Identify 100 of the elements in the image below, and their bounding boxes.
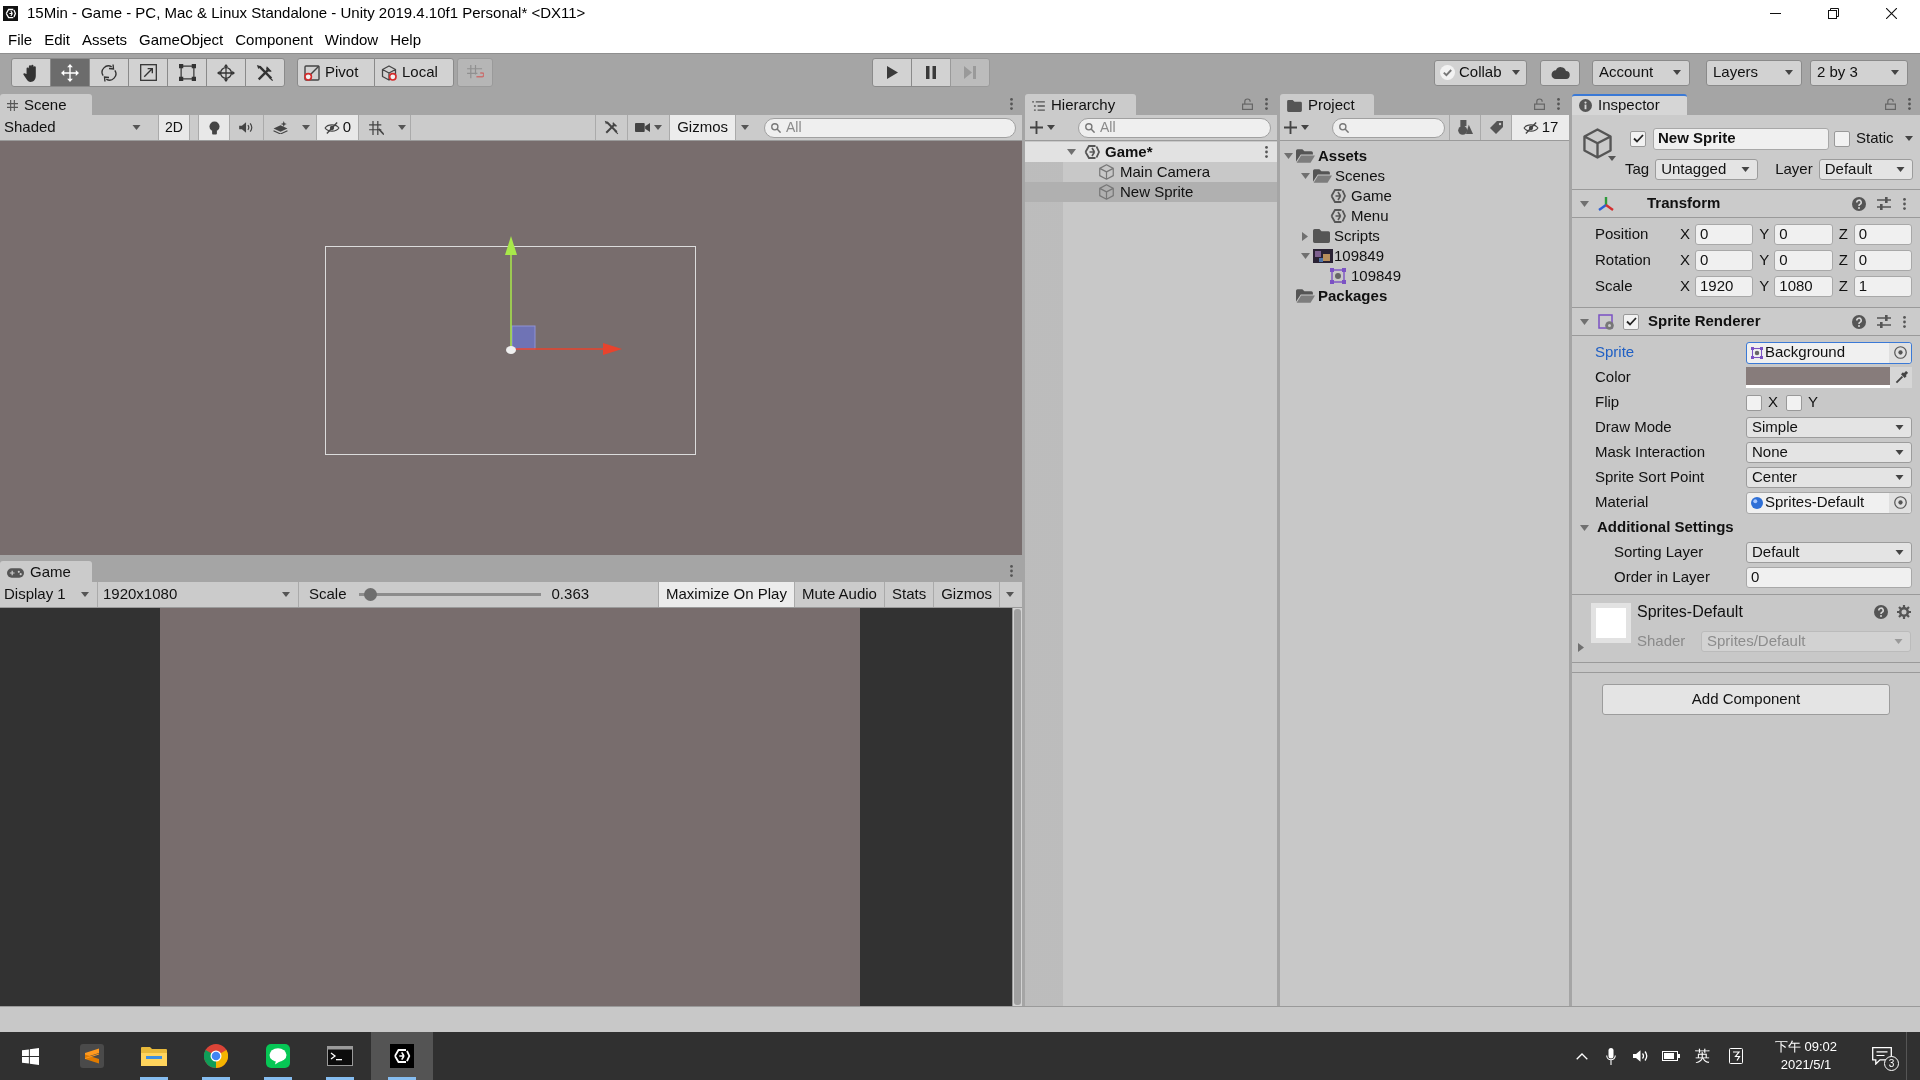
layers-dropdown[interactable]: Layers bbox=[1706, 59, 1802, 86]
layout-dropdown[interactable]: 2 by 3 bbox=[1810, 59, 1908, 86]
notification-button[interactable]: 3 bbox=[1858, 1032, 1906, 1080]
disclosure-triangle-icon[interactable] bbox=[1580, 200, 1589, 207]
disclosure-triangle-icon[interactable] bbox=[1067, 149, 1076, 155]
presets-icon[interactable] bbox=[1877, 315, 1891, 328]
kebab-menu-icon[interactable] bbox=[1903, 197, 1906, 210]
number-field[interactable]: 0 bbox=[1746, 567, 1912, 588]
gizmos-toggle[interactable]: Gizmos bbox=[669, 115, 735, 140]
disclosure-triangle-icon[interactable] bbox=[1580, 318, 1589, 325]
property-dropdown[interactable]: Default bbox=[1746, 542, 1912, 563]
move-gizmo[interactable] bbox=[505, 236, 622, 355]
mode-2d-toggle[interactable]: 2D bbox=[158, 115, 190, 140]
menubar-entry[interactable]: File bbox=[2, 28, 39, 52]
checkbox[interactable] bbox=[1834, 130, 1850, 147]
panel-tab[interactable]: Hierarchy bbox=[1025, 94, 1136, 115]
slider-thumb[interactable] bbox=[363, 588, 377, 601]
account-dropdown[interactable]: Account bbox=[1592, 59, 1690, 86]
number-field[interactable]: 0 bbox=[1695, 249, 1754, 271]
disclosure-triangle-icon[interactable] bbox=[1301, 173, 1310, 179]
tool-button[interactable] bbox=[206, 58, 246, 87]
tool-button[interactable] bbox=[245, 58, 285, 87]
foldout-label[interactable]: Additional Settings bbox=[1597, 516, 1734, 539]
resolution-dropdown[interactable]: 1920x1080 bbox=[98, 582, 299, 607]
lock-icon[interactable] bbox=[1885, 98, 1896, 110]
hierarchy-item[interactable]: New Sprite bbox=[1025, 182, 1277, 202]
panel-tab[interactable]: Game bbox=[0, 561, 92, 582]
help-icon[interactable] bbox=[1852, 314, 1866, 329]
local-toggle[interactable]: Local bbox=[374, 58, 454, 87]
tool-button[interactable] bbox=[89, 58, 129, 87]
game-view-toggle[interactable]: Maximize On Play bbox=[658, 582, 794, 607]
tool-button[interactable] bbox=[50, 58, 90, 87]
disclosure-triangle-icon[interactable] bbox=[1580, 524, 1589, 531]
disclosure-triangle-icon[interactable] bbox=[1284, 153, 1293, 159]
kebab-menu-icon[interactable] bbox=[1265, 98, 1268, 110]
gear-icon[interactable] bbox=[1897, 605, 1911, 619]
checkbox[interactable] bbox=[1786, 394, 1802, 411]
color-swatch[interactable] bbox=[1746, 367, 1890, 388]
menubar-entry[interactable]: Assets bbox=[76, 28, 134, 52]
checkbox[interactable] bbox=[1746, 394, 1762, 411]
number-field[interactable]: 1920 bbox=[1695, 275, 1754, 297]
menubar-entry[interactable]: Help bbox=[384, 28, 428, 52]
lock-icon[interactable] bbox=[1534, 98, 1545, 110]
pivot-toggle[interactable]: Pivot bbox=[297, 58, 375, 87]
help-icon[interactable] bbox=[1874, 605, 1888, 619]
project-search-field[interactable] bbox=[1332, 117, 1445, 138]
tag-dropdown[interactable]: Untagged bbox=[1655, 159, 1759, 180]
panel-tab[interactable]: Scene bbox=[0, 94, 92, 115]
pause-button[interactable] bbox=[911, 58, 951, 87]
property-dropdown[interactable]: Center bbox=[1746, 467, 1912, 488]
clock[interactable]: 下午 09:02 2021/5/1 bbox=[1754, 1032, 1858, 1080]
tool-button[interactable] bbox=[128, 58, 168, 87]
tool-button[interactable] bbox=[11, 58, 51, 87]
number-field[interactable]: 0 bbox=[1774, 249, 1833, 271]
lighting-toggle[interactable] bbox=[198, 115, 229, 140]
property-dropdown[interactable]: None bbox=[1746, 442, 1912, 463]
tool-button[interactable] bbox=[167, 58, 207, 87]
collab-dropdown[interactable]: Collab bbox=[1434, 59, 1527, 86]
disclosure-triangle-icon[interactable] bbox=[1301, 253, 1310, 259]
lock-icon[interactable] bbox=[1242, 98, 1253, 110]
checkbox[interactable] bbox=[1630, 130, 1646, 147]
number-field[interactable]: 0 bbox=[1853, 223, 1912, 245]
scene-header-row[interactable]: Game* bbox=[1025, 142, 1277, 162]
kebab-menu-icon[interactable] bbox=[1557, 98, 1560, 110]
menubar-entry[interactable]: Component bbox=[229, 28, 319, 52]
panel-tab[interactable]: Inspector bbox=[1572, 94, 1687, 115]
menubar-entry[interactable]: Window bbox=[318, 28, 385, 52]
kebab-menu-icon[interactable] bbox=[1010, 98, 1013, 110]
display-dropdown[interactable]: Display 1 bbox=[0, 582, 98, 607]
number-field[interactable]: 1080 bbox=[1774, 275, 1833, 297]
object-picker-button[interactable] bbox=[1889, 492, 1911, 513]
number-field[interactable]: 0 bbox=[1695, 223, 1754, 245]
disclosure-triangle-icon[interactable] bbox=[1578, 643, 1584, 652]
menubar-entry[interactable]: GameObject bbox=[133, 28, 230, 52]
kebab-menu-icon[interactable] bbox=[1908, 98, 1911, 110]
hidden-objects-toggle[interactable]: 0 bbox=[316, 115, 358, 140]
number-field[interactable]: 0 bbox=[1774, 223, 1833, 245]
cloud-button[interactable] bbox=[1540, 59, 1580, 86]
eyedropper-button[interactable] bbox=[1890, 367, 1912, 388]
presets-icon[interactable] bbox=[1877, 197, 1891, 210]
input-mode-indicator[interactable]: 英 bbox=[1686, 1032, 1718, 1080]
hierarchy-search-field[interactable]: All bbox=[1078, 117, 1271, 138]
kebab-menu-icon[interactable] bbox=[1265, 146, 1268, 158]
static-dropdown[interactable]: Static bbox=[1856, 127, 1913, 150]
add-component-button[interactable]: Add Component bbox=[1602, 684, 1890, 715]
layer-dropdown[interactable]: Default bbox=[1818, 159, 1913, 180]
checkbox[interactable] bbox=[1623, 313, 1639, 330]
panel-tab[interactable]: Project bbox=[1280, 94, 1374, 115]
help-icon[interactable] bbox=[1852, 196, 1866, 211]
play-button[interactable] bbox=[872, 58, 912, 87]
disclosure-triangle-icon[interactable] bbox=[1302, 231, 1308, 241]
number-field[interactable]: 1 bbox=[1853, 275, 1912, 297]
hierarchy-item[interactable]: Main Camera bbox=[1025, 162, 1277, 182]
number-field[interactable]: 0 bbox=[1853, 249, 1912, 271]
kebab-menu-icon[interactable] bbox=[1010, 565, 1013, 577]
taskbar-app-button[interactable] bbox=[371, 1032, 433, 1080]
kebab-menu-icon[interactable] bbox=[1903, 315, 1906, 328]
object-field[interactable]: Background bbox=[1746, 341, 1912, 364]
caret-icon[interactable] bbox=[1608, 156, 1616, 161]
menubar-entry[interactable]: Edit bbox=[38, 28, 77, 52]
